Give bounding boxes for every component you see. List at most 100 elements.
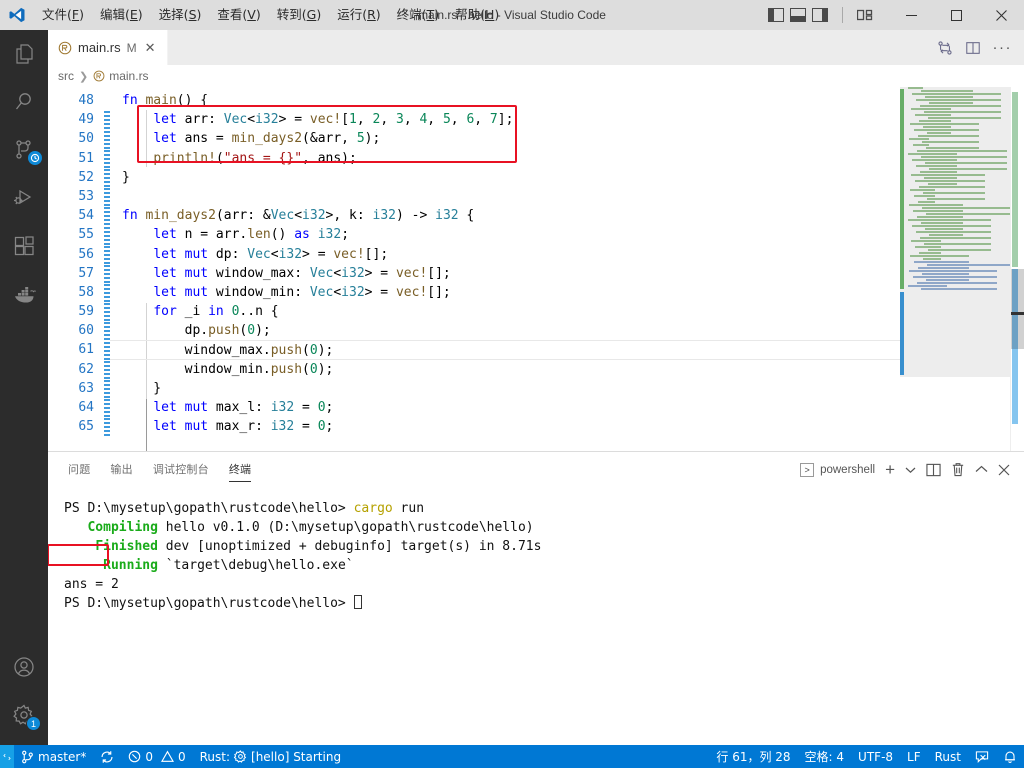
panel-tab-debug-console-label: 调试控制台 bbox=[152, 463, 209, 476]
activity-run-debug[interactable] bbox=[0, 174, 48, 222]
minimap-line bbox=[920, 105, 1001, 107]
status-sync[interactable] bbox=[93, 745, 121, 768]
panel-tab-problems-label: 问题 bbox=[68, 463, 91, 476]
menu-run[interactable]: 运行(R) bbox=[329, 0, 388, 30]
tab-main-rs[interactable]: main.rs M ✕ bbox=[48, 30, 168, 65]
code-token: () bbox=[270, 227, 295, 243]
code-token: push bbox=[208, 323, 240, 339]
toggle-secondary-sidebar-icon[interactable] bbox=[812, 8, 828, 22]
split-editor-icon[interactable] bbox=[965, 40, 981, 56]
code-token: mut bbox=[184, 265, 209, 281]
code-line[interactable]: let arr: Vec<i32> = vec![1, 2, 3, 4, 5, … bbox=[110, 110, 1024, 129]
activity-search[interactable] bbox=[0, 78, 48, 126]
code-token: for bbox=[153, 304, 177, 320]
editor-scrollbar[interactable] bbox=[1010, 87, 1024, 451]
activity-extensions[interactable] bbox=[0, 222, 48, 270]
status-cursor-position[interactable]: 行 61，列 28 bbox=[709, 745, 797, 768]
diff-icon[interactable] bbox=[937, 40, 953, 56]
code-line[interactable]: fn min_days2(arr: &Vec<i32>, k: i32) -> … bbox=[110, 206, 1024, 225]
minimap-line bbox=[918, 201, 935, 203]
code-token: vec! bbox=[333, 246, 365, 262]
terminal-output[interactable]: PS D:\mysetup\gopath\rustcode\hello> car… bbox=[48, 487, 1024, 745]
breadcrumb-item-main-rs[interactable]: main.rs bbox=[93, 69, 149, 83]
customize-layout-icon[interactable] bbox=[857, 8, 883, 22]
code-lines[interactable]: fn main() { let arr: Vec<i32> = vec![1, … bbox=[110, 87, 1024, 451]
code-line[interactable]: let mut window_max: Vec<i32> = vec![]; bbox=[110, 264, 1024, 283]
scrollbar-thumb[interactable] bbox=[1011, 269, 1024, 349]
activity-docker[interactable] bbox=[0, 270, 48, 318]
menu-edit[interactable]: 编辑(E) bbox=[92, 0, 151, 30]
status-remote-indicator[interactable] bbox=[0, 745, 14, 768]
code-line[interactable]: let mut max_r: i32 = 0; bbox=[110, 417, 1024, 436]
code-line[interactable]: for _i in 0..n { bbox=[110, 302, 1024, 321]
status-branch-label: master* bbox=[38, 749, 87, 764]
terminal-line: Finished dev [unoptimized + debuginfo] t… bbox=[64, 537, 1024, 556]
status-branch[interactable]: master* bbox=[14, 745, 93, 768]
code-line[interactable]: let n = arr.len() as i32; bbox=[110, 225, 1024, 244]
minimap-line bbox=[911, 240, 941, 242]
toggle-panel-icon[interactable] bbox=[790, 8, 806, 22]
close-button[interactable] bbox=[979, 0, 1024, 30]
code-token: ; bbox=[325, 419, 334, 435]
code-line[interactable]: let ans = min_days2(&arr, 5); bbox=[110, 129, 1024, 148]
minimap-line bbox=[923, 258, 941, 260]
tab-close-icon[interactable]: ✕ bbox=[145, 41, 156, 54]
activity-explorer[interactable] bbox=[0, 30, 48, 78]
plus-icon[interactable]: + bbox=[885, 461, 895, 478]
close-icon[interactable] bbox=[998, 464, 1010, 476]
minimap-line bbox=[910, 255, 969, 257]
code-line[interactable]: let mut dp: Vec<i32> = vec![]; bbox=[110, 245, 1024, 264]
activity-settings[interactable]: 1 bbox=[0, 691, 48, 739]
status-eol-label: LF bbox=[907, 749, 921, 764]
chevron-down-icon[interactable] bbox=[905, 466, 916, 474]
minimap[interactable] bbox=[900, 87, 1010, 451]
panel-tab-output[interactable]: 输出 bbox=[110, 452, 132, 487]
code-line[interactable]: let mut window_min: Vec<i32> = vec![]; bbox=[110, 283, 1024, 302]
code-editor[interactable]: 48 49 50 51 52 53 54 55 56 57 58 59 60 61 62 63 64 65 fn … bbox=[48, 87, 1024, 451]
status-encoding[interactable]: UTF-8 bbox=[851, 745, 900, 768]
minimize-button[interactable] bbox=[889, 0, 934, 30]
code-token: len bbox=[247, 227, 271, 243]
code-line[interactable]: let mut max_l: i32 = 0; bbox=[110, 398, 1024, 417]
code-token: ..n { bbox=[239, 304, 279, 320]
status-problems[interactable]: 0 0 bbox=[121, 745, 192, 768]
menu-help[interactable]: 帮助(H) bbox=[447, 0, 507, 30]
chevron-up-icon[interactable] bbox=[975, 465, 988, 474]
menu-file[interactable]: 文件(F) bbox=[34, 0, 92, 30]
panel-tab-debug-console[interactable]: 调试控制台 bbox=[153, 452, 209, 487]
status-indentation[interactable]: 空格: 4 bbox=[798, 745, 852, 768]
terminal-selector[interactable]: > powershell bbox=[800, 462, 875, 477]
code-line[interactable]: dp.push(0); bbox=[110, 321, 1024, 340]
panel-tab-problems[interactable]: 问题 bbox=[68, 452, 90, 487]
code-line[interactable]: window_max.push(0); bbox=[110, 340, 1024, 360]
status-notifications[interactable] bbox=[996, 745, 1024, 768]
layout-controls bbox=[768, 7, 889, 23]
status-rust-analyzer[interactable]: Rust: [hello] Starting bbox=[193, 745, 348, 768]
code-line[interactable]: window_min.push(0); bbox=[110, 360, 1024, 379]
split-icon[interactable] bbox=[926, 463, 941, 477]
panel-tab-terminal[interactable]: 终端 bbox=[228, 452, 252, 487]
maximize-button[interactable] bbox=[934, 0, 979, 30]
menu-view[interactable]: 查看(V) bbox=[209, 0, 268, 30]
code-line[interactable] bbox=[110, 187, 1024, 206]
code-token: ( bbox=[215, 150, 224, 166]
menu-selection[interactable]: 选择(S) bbox=[151, 0, 210, 30]
menu-go[interactable]: 转到(G) bbox=[269, 0, 329, 30]
code-line[interactable]: } bbox=[110, 168, 1024, 187]
breadcrumb-item-src[interactable]: src bbox=[58, 69, 74, 83]
menu-terminal[interactable]: 终端(T) bbox=[389, 0, 447, 30]
activity-source-control[interactable] bbox=[0, 126, 48, 174]
trash-icon[interactable] bbox=[951, 462, 965, 477]
code-token: < bbox=[333, 284, 342, 300]
status-feedback[interactable] bbox=[968, 745, 996, 768]
activity-accounts[interactable] bbox=[0, 643, 48, 691]
ellipsis-icon[interactable]: ··· bbox=[993, 40, 1013, 55]
code-line[interactable]: } bbox=[110, 379, 1024, 398]
minimap-line bbox=[913, 210, 963, 212]
toggle-primary-sidebar-icon[interactable] bbox=[768, 8, 784, 22]
code-line[interactable]: println!("ans = {}", ans); bbox=[110, 149, 1024, 168]
code-line[interactable]: fn main() { bbox=[110, 91, 1024, 110]
status-eol[interactable]: LF bbox=[900, 745, 928, 768]
status-language-mode[interactable]: Rust bbox=[928, 745, 968, 768]
